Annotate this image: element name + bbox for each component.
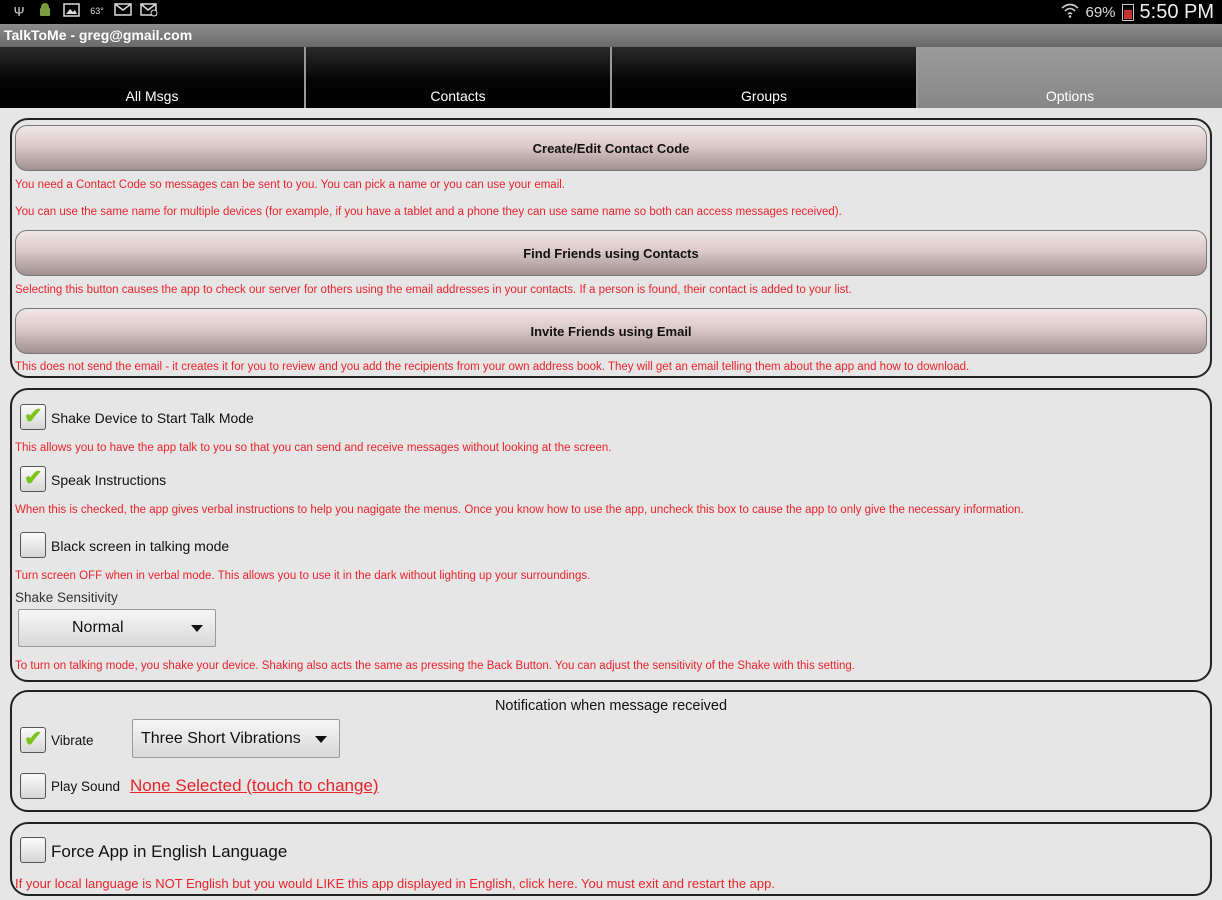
system-tray: 69% 5:50 PM bbox=[1061, 0, 1214, 24]
check-icon: ✔ bbox=[24, 403, 43, 428]
force-english-label: Force App in English Language bbox=[51, 842, 288, 861]
dropdown-arrow-icon bbox=[315, 735, 327, 743]
sensitivity-help-text: To turn on talking mode, you shake your … bbox=[15, 660, 855, 672]
tab-contacts[interactable]: Contacts bbox=[306, 47, 612, 108]
invite-friends-button[interactable]: Invite Friends using Email bbox=[15, 308, 1207, 354]
app-title: TalkToMe - greg@gmail.com bbox=[0, 24, 1222, 47]
play-sound-label: Play Sound bbox=[51, 779, 121, 794]
wifi-icon bbox=[1061, 2, 1080, 23]
android-icon bbox=[36, 3, 54, 20]
tab-options[interactable]: Options bbox=[918, 47, 1222, 108]
force-english-help-text: If your local language is NOT English bu… bbox=[15, 876, 775, 891]
play-sound-checkbox[interactable] bbox=[20, 773, 46, 799]
black-screen-checkbox[interactable] bbox=[20, 532, 46, 558]
force-english-checkbox[interactable] bbox=[20, 837, 46, 863]
find-friends-button[interactable]: Find Friends using Contacts bbox=[15, 230, 1207, 276]
vibration-pattern-dropdown[interactable]: Three Short Vibrations bbox=[132, 719, 340, 758]
check-icon: ✔ bbox=[24, 726, 43, 751]
battery-percent: 69% bbox=[1085, 3, 1116, 21]
vibrate-checkbox[interactable]: ✔ bbox=[20, 726, 46, 753]
speak-checkbox[interactable]: ✔ bbox=[20, 465, 46, 492]
sound-select-link[interactable]: None Selected (touch to change) bbox=[130, 776, 379, 796]
tab-groups[interactable]: Groups bbox=[612, 47, 918, 108]
weather-icon: 63° bbox=[90, 6, 104, 16]
shake-label: Shake Device to Start Talk Mode bbox=[51, 410, 254, 426]
find-help-text: Selecting this button causes the app to … bbox=[15, 284, 852, 296]
battery-icon bbox=[1121, 3, 1134, 21]
tab-bar: All Msgs Contacts Groups Options bbox=[0, 47, 1222, 108]
black-screen-help-text: Turn screen OFF when in verbal mode. Thi… bbox=[15, 570, 591, 582]
language-panel: Force App in English Language If your lo… bbox=[10, 822, 1212, 896]
status-bar: Ψ 63° 69% 5:50 PM bbox=[0, 0, 1222, 24]
vibrate-label: Vibrate bbox=[51, 733, 94, 748]
shake-help-text: This allows you to have the app talk to … bbox=[15, 442, 612, 454]
notification-panel: Notification when message received ✔ Vib… bbox=[10, 690, 1212, 812]
check-icon: ✔ bbox=[24, 465, 43, 490]
create-help-text-1: You need a Contact Code so messages can … bbox=[15, 179, 566, 191]
image-icon bbox=[62, 3, 80, 20]
usb-icon: Ψ bbox=[13, 4, 25, 19]
invite-help-text: This does not send the email - it create… bbox=[15, 361, 970, 373]
tab-all-msgs[interactable]: All Msgs bbox=[0, 47, 306, 108]
speak-label: Speak Instructions bbox=[51, 472, 167, 488]
shake-checkbox[interactable]: ✔ bbox=[20, 403, 46, 430]
clock: 5:50 PM bbox=[1139, 0, 1214, 23]
create-help-text-2: You can use the same name for multiple d… bbox=[15, 206, 842, 218]
dropdown-arrow-icon bbox=[191, 625, 203, 632]
vibration-pattern-value: Three Short Vibrations bbox=[141, 729, 301, 747]
contact-actions-panel: Create/Edit Contact Code You need a Cont… bbox=[10, 118, 1212, 378]
sensitivity-value: Normal bbox=[72, 619, 124, 636]
create-contact-code-button[interactable]: Create/Edit Contact Code bbox=[15, 125, 1207, 171]
sensitivity-label: Shake Sensitivity bbox=[15, 590, 118, 605]
talk-mode-panel: ✔ Shake Device to Start Talk Mode This a… bbox=[10, 388, 1212, 682]
mail-icon bbox=[114, 3, 132, 20]
mail-alt-icon bbox=[140, 3, 158, 20]
notification-icons: Ψ 63° bbox=[10, 3, 158, 20]
sensitivity-dropdown[interactable]: Normal bbox=[18, 609, 216, 647]
notification-heading: Notification when message received bbox=[494, 698, 728, 714]
speak-help-text: When this is checked, the app gives verb… bbox=[15, 504, 1024, 516]
black-screen-label: Black screen in talking mode bbox=[51, 538, 230, 554]
